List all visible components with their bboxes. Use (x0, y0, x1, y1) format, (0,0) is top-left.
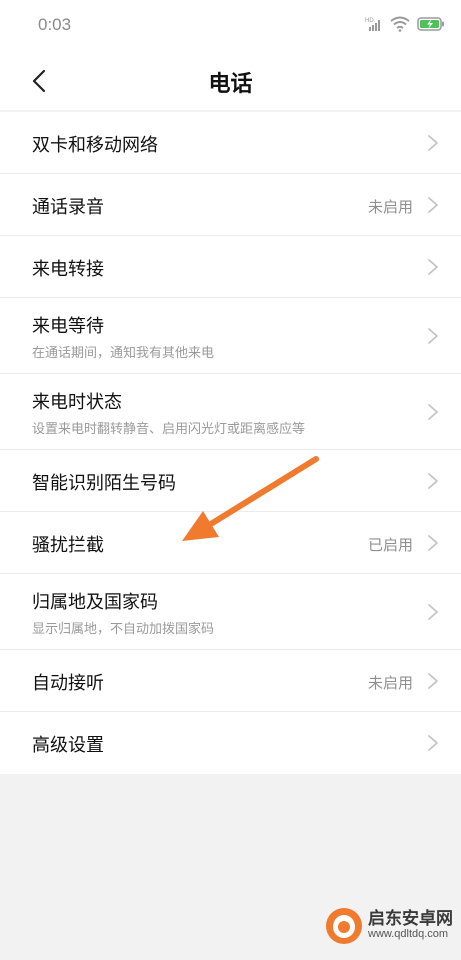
setting-title: 来电等待 (32, 316, 104, 337)
setting-incoming-call-status[interactable]: 来电时状态 设置来电时翻转静音、启用闪光灯或距离感应等 (0, 374, 461, 450)
setting-title: 来电转接 (32, 259, 104, 280)
chevron-right-icon (428, 404, 438, 420)
setting-title: 自动接听 (32, 673, 104, 694)
watermark-url: www.qdltdq.com (368, 928, 449, 941)
setting-status: 已启用 (367, 536, 413, 554)
setting-title: 智能识别陌生号码 (32, 473, 176, 494)
header: 电话 (0, 52, 461, 110)
watermark: 启东安卓网 www.qdltdq.com (324, 902, 453, 950)
setting-title: 双卡和移动网络 (32, 135, 158, 156)
settings-list: 双卡和移动网络 通话录音 未启用 来电转接 来电等待 在通话期间，通知我有其他来… (0, 112, 461, 774)
setting-title: 骚扰拦截 (32, 535, 104, 556)
setting-spam-blocking[interactable]: 骚扰拦截 已启用 (0, 512, 461, 574)
setting-subtitle: 设置来电时翻转静音、启用闪光灯或距离感应等 (32, 422, 306, 437)
svg-text:HD: HD (365, 18, 374, 24)
status-icons: HD (365, 16, 445, 32)
setting-title: 归属地及国家码 (32, 592, 158, 613)
setting-title: 来电时状态 (32, 392, 122, 413)
setting-call-waiting[interactable]: 来电等待 在通话期间，通知我有其他来电 (0, 298, 461, 374)
setting-title: 通话录音 (32, 197, 104, 218)
status-time: 0:03 (38, 15, 72, 34)
setting-status: 未启用 (367, 198, 413, 216)
chevron-right-icon (428, 735, 438, 751)
setting-title: 高级设置 (32, 735, 104, 756)
wifi-icon (390, 16, 410, 32)
setting-advanced[interactable]: 高级设置 (0, 712, 461, 774)
chevron-right-icon (428, 328, 438, 344)
setting-subtitle: 显示归属地，不自动加拨国家码 (32, 622, 215, 637)
chevron-right-icon (428, 259, 438, 275)
setting-call-recording[interactable]: 通话录音 未启用 (0, 174, 461, 236)
chevron-right-icon (428, 604, 438, 620)
page-title: 电话 (208, 72, 253, 97)
chevron-right-icon (428, 135, 438, 151)
hd-signal-icon: HD (365, 18, 380, 31)
chevron-right-icon (428, 535, 438, 551)
watermark-name: 启东安卓网 (368, 909, 453, 930)
setting-identify-unknown-numbers[interactable]: 智能识别陌生号码 (0, 450, 461, 512)
setting-status: 未启用 (367, 674, 413, 692)
watermark-text: 启东安卓网 www.qdltdq.com (368, 909, 453, 941)
setting-caller-location[interactable]: 归属地及国家码 显示归属地，不自动加拨国家码 (0, 574, 461, 650)
setting-call-forwarding[interactable]: 来电转接 (0, 236, 461, 298)
chevron-right-icon (428, 673, 438, 689)
chevron-right-icon (428, 473, 438, 489)
setting-auto-answer[interactable]: 自动接听 未启用 (0, 650, 461, 712)
status-bar: 0:03 HD (0, 0, 461, 52)
battery-charging-icon (417, 17, 444, 31)
chevron-right-icon (428, 197, 438, 213)
setting-subtitle: 在通话期间，通知我有其他来电 (32, 346, 215, 361)
watermark-logo-icon (326, 908, 362, 944)
setting-dual-sim[interactable]: 双卡和移动网络 (0, 112, 461, 174)
